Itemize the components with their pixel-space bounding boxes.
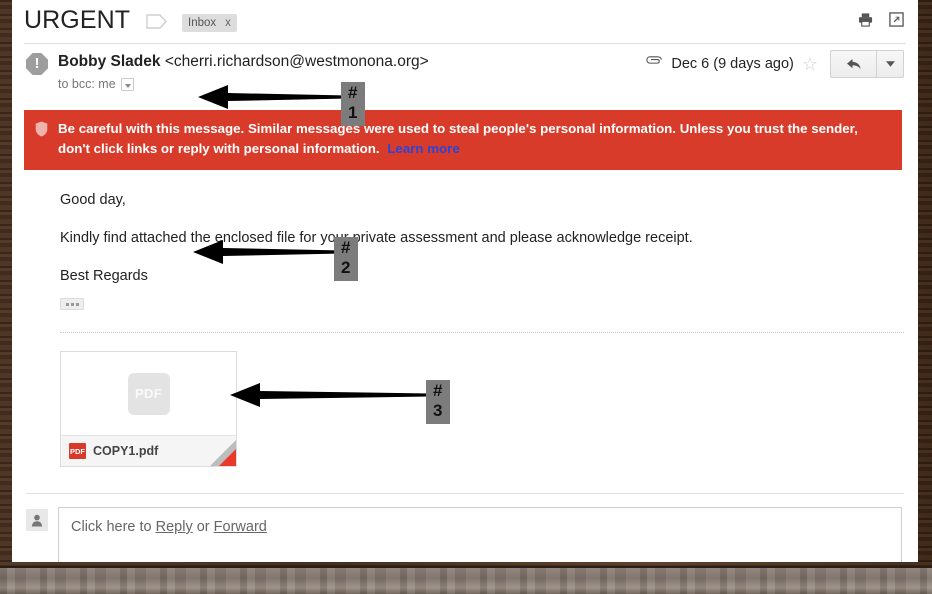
reply-link[interactable]: Reply (156, 519, 193, 535)
forward-link[interactable]: Forward (214, 519, 267, 535)
message-meta-actions: Dec 6 (9 days ago) ☆ (646, 50, 904, 78)
dot (70, 302, 74, 306)
avatar-exclamation-glyph: ! (34, 55, 40, 72)
label-chip-inbox[interactable]: Inbox x (182, 14, 237, 32)
open-in-new-window-icon[interactable] (889, 12, 904, 32)
annotation-3: # 3 (230, 380, 451, 424)
reply-input-box[interactable]: Click here to Reply or Forward (58, 507, 902, 562)
download-corner-red-icon[interactable] (219, 449, 236, 466)
dot (65, 302, 69, 306)
desk-surface (0, 566, 932, 594)
sender-row: ! Bobby Sladek <cherri.richardson@westmo… (12, 44, 918, 110)
email-page: URGENT Inbox x ! Bobby Sladek <cherri.ri… (12, 0, 918, 562)
sender-line: Bobby Sladek <cherri.richardson@westmono… (58, 53, 429, 71)
annotation-2-label: # 2 (334, 237, 359, 281)
label-tag-icon[interactable] (146, 14, 167, 34)
message-date: Dec 6 (9 days ago) (671, 56, 794, 72)
attachment-divider (60, 332, 904, 333)
body-paragraph-1: Good day, (60, 192, 126, 208)
paperclip-icon (646, 55, 663, 73)
subject-row: URGENT Inbox x (12, 0, 918, 44)
body-paragraph-3: Best Regards (60, 268, 148, 284)
warning-avatar-icon: ! (26, 53, 48, 75)
annotation-3-label: # 3 (426, 380, 451, 424)
attachment-footer[interactable]: PDF COPY1.pdf (61, 436, 236, 466)
page-title: URGENT (24, 6, 131, 34)
attachment-thumbnail[interactable]: PDF (61, 352, 236, 436)
pdf-file-icon: PDF (127, 372, 170, 415)
label-chip-remove-icon[interactable]: x (225, 14, 231, 32)
more-options-button[interactable] (876, 50, 904, 78)
expand-quoted-text-button[interactable] (60, 298, 84, 310)
header-actions (858, 12, 904, 32)
recipient-text: to bcc: me (58, 77, 116, 91)
body-paragraph-2: Kindly find attached the enclosed file f… (60, 230, 693, 246)
dot (75, 302, 79, 306)
sender-email: <cherri.richardson@westmonona.org> (164, 53, 429, 70)
learn-more-link[interactable]: Learn more (387, 141, 459, 156)
reply-prompt-middle: or (192, 519, 214, 535)
shield-warning-icon (35, 121, 48, 143)
attachment-filename: COPY1.pdf (93, 444, 159, 458)
sender-name: Bobby Sladek (58, 53, 161, 70)
label-chip-text: Inbox (188, 17, 217, 29)
annotation-1-label: # 1 (341, 82, 366, 126)
reply-button-group (830, 50, 904, 78)
warning-headline: Be careful with this message. (58, 121, 245, 136)
person-icon (26, 509, 48, 531)
pdf-badge-icon: PDF (69, 443, 86, 459)
annotation-1: # 1 (198, 82, 366, 126)
recipient-line[interactable]: to bcc: me (58, 77, 134, 91)
phishing-warning-banner: Be careful with this message. Similar me… (24, 110, 902, 170)
window-frame: URGENT Inbox x ! Bobby Sladek <cherri.ri… (0, 0, 932, 594)
reply-zone: Click here to Reply or Forward (12, 494, 918, 562)
print-icon[interactable] (858, 12, 873, 32)
reply-button[interactable] (830, 50, 876, 78)
reply-prompt-prefix: Click here to (71, 519, 156, 535)
attachment-card[interactable]: PDF PDF COPY1.pdf (60, 351, 237, 467)
annotation-2: # 2 (193, 237, 359, 281)
recipient-details-chevron-icon[interactable] (120, 77, 134, 91)
message-body: Good day, Kindly find attached the enclo… (12, 170, 918, 310)
star-icon[interactable]: ☆ (802, 55, 818, 73)
